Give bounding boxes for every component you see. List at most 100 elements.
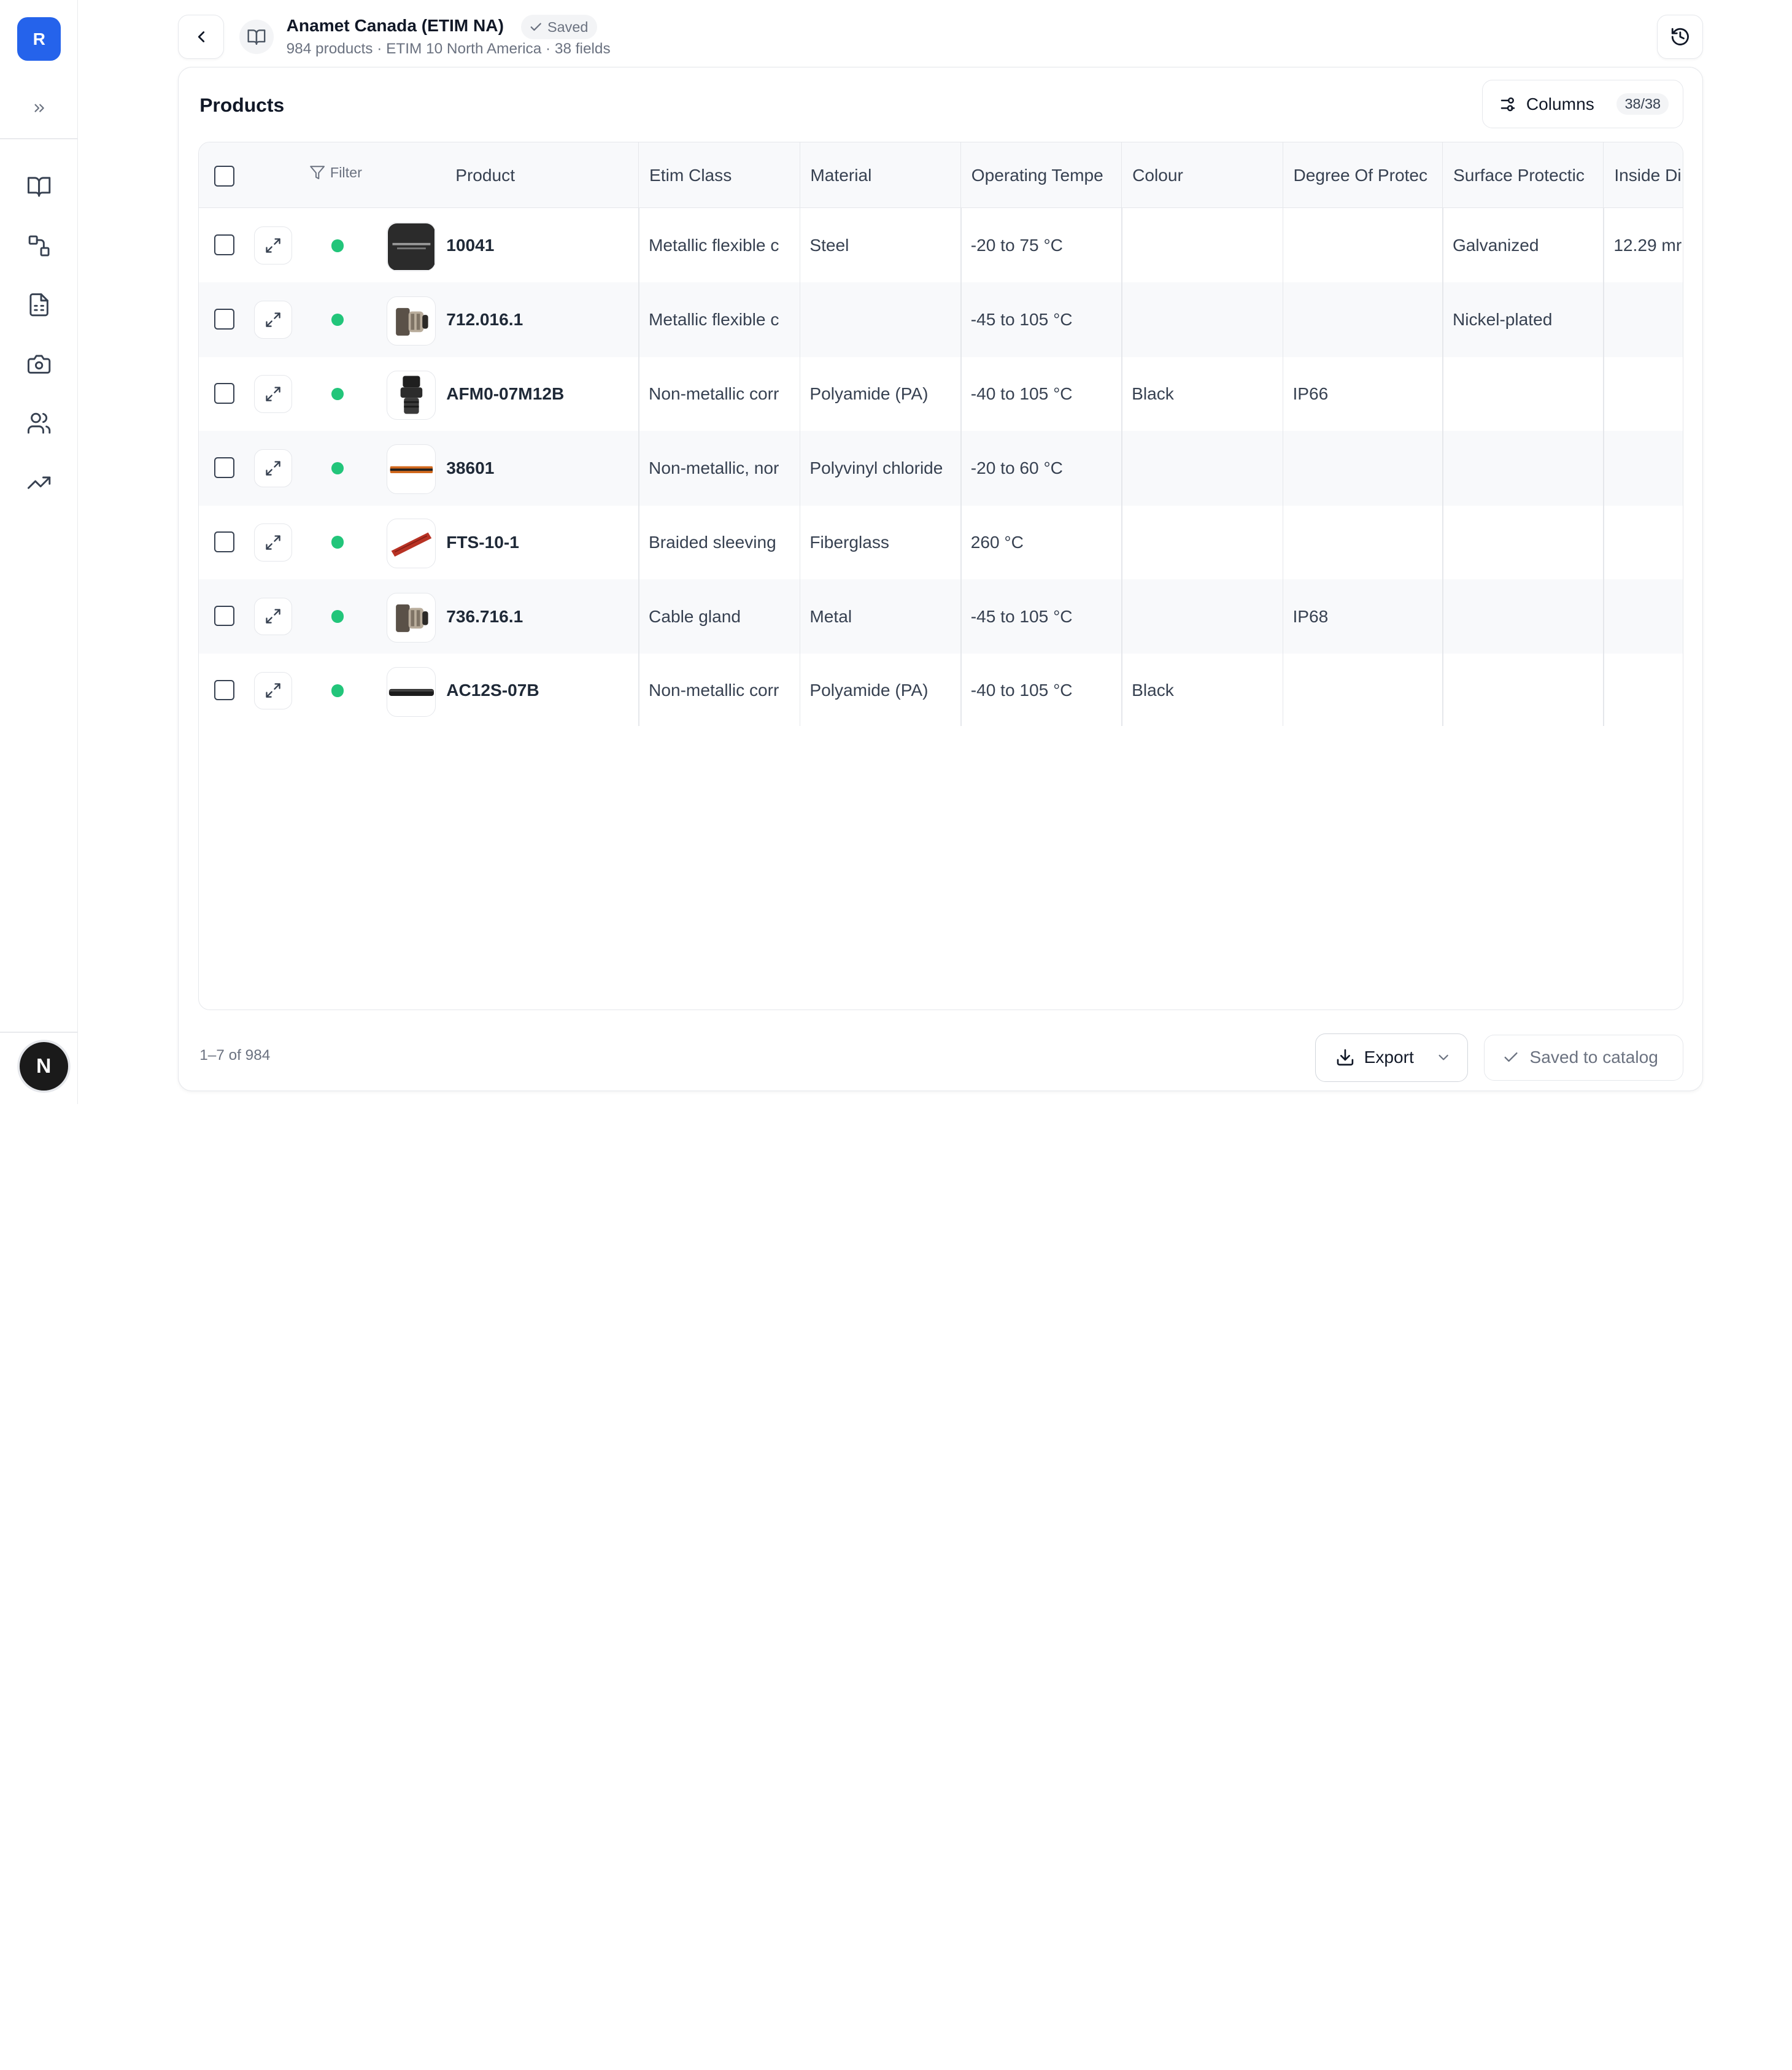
table-row[interactable]: AFM0-07M12B Non-metallic corr Polyamide (P… [199, 357, 1682, 431]
row-select-checkbox[interactable] [214, 383, 235, 404]
maximize-icon [266, 609, 280, 624]
cell-material: Polyamide (PA) [809, 681, 929, 700]
cell-product[interactable]: 736.716.1 [446, 579, 638, 654]
workspace-logo[interactable]: R [17, 17, 61, 61]
cell-colour [1121, 431, 1282, 506]
cell-product[interactable]: AFM0-07M12B [446, 357, 638, 431]
product-thumbnail[interactable] [386, 222, 436, 272]
expand-row-button[interactable] [254, 301, 293, 339]
cell-material: Metal [809, 606, 852, 626]
page-subtitle: 984 products · ETIM 10 North America · 3… [286, 40, 611, 57]
cell-product[interactable]: FTS-10-1 [446, 505, 638, 580]
page-title: Anamet Canada (ETIM NA) [286, 16, 504, 36]
trending-up-icon [28, 477, 51, 490]
table-row[interactable]: 712.016.1 Metallic flexible c -45 to 105 °… [199, 282, 1683, 357]
history-button[interactable] [1657, 15, 1704, 59]
row-select-checkbox[interactable] [214, 309, 235, 330]
cell-colour [1121, 505, 1282, 580]
expand-row-button[interactable] [254, 449, 293, 487]
expand-row-button[interactable] [254, 375, 293, 413]
users-icon [28, 412, 51, 434]
card-title: Products [199, 93, 285, 116]
nav-item-mappings[interactable] [21, 228, 58, 265]
cell-material: Fiberglass [809, 532, 889, 552]
table-row[interactable]: 10041 Metallic flexible c Steel -20 to 75 °… [199, 208, 1682, 283]
cell-operating-temperature: -45 to 105 °C [970, 310, 1073, 330]
download-icon [1337, 1049, 1354, 1066]
cell-surface-protection [1442, 431, 1603, 506]
pagination-count: 1–7 of 984 [199, 1047, 271, 1064]
filter-button[interactable]: Filter [309, 164, 362, 181]
product-thumbnail[interactable] [386, 444, 436, 494]
cell-inside-diameter: 12.29 mr [1613, 236, 1682, 255]
book-icon [28, 177, 51, 197]
column-header-degree-of-protection[interactable]: Degree Of Protec [1282, 142, 1442, 209]
cell-etim-class: Braided sleeving [649, 532, 776, 552]
column-divider [799, 208, 801, 726]
nav-item-catalogs[interactable] [21, 168, 58, 205]
nav-item-analytics[interactable] [21, 465, 58, 501]
status-indicator [331, 684, 344, 697]
back-button[interactable] [178, 15, 225, 59]
maximize-icon [266, 461, 280, 476]
expand-sidebar-button[interactable] [25, 95, 53, 122]
export-label: Export [1364, 1048, 1414, 1067]
row-select-checkbox[interactable] [214, 234, 235, 256]
status-indicator [331, 610, 344, 623]
catalog-icon-button[interactable] [239, 19, 274, 55]
expand-row-button[interactable] [254, 226, 293, 265]
cell-etim-class: Non-metallic corr [649, 681, 779, 700]
cell-inside-diameter [1603, 282, 1682, 357]
column-divider [1121, 208, 1123, 726]
columns-label: Columns [1526, 94, 1594, 114]
user-avatar[interactable]: N [19, 1041, 68, 1091]
saved-to-catalog-button[interactable]: Saved to catalog [1484, 1034, 1683, 1081]
history-icon [1671, 28, 1689, 46]
cell-product[interactable]: 10041 [446, 208, 638, 283]
row-select-checkbox[interactable] [214, 605, 235, 627]
column-header-material[interactable]: Material [799, 142, 960, 209]
table-row[interactable]: 38601 Non-metallic, nor Polyvinyl chloride… [199, 430, 1683, 506]
maximize-icon [266, 387, 280, 401]
select-all-checkbox[interactable] [214, 165, 235, 187]
nav-item-images[interactable] [21, 346, 58, 383]
product-thumbnail[interactable] [386, 593, 436, 643]
row-select-checkbox[interactable] [214, 679, 235, 701]
product-thumbnail[interactable] [386, 370, 436, 420]
cell-colour [1121, 208, 1282, 283]
column-header-product[interactable]: Product [446, 142, 638, 208]
cell-product[interactable]: AC12S-07B [446, 654, 638, 728]
expand-row-button[interactable] [254, 671, 293, 710]
column-header-inside-diameter[interactable]: Inside Di [1603, 142, 1682, 209]
column-header-colour[interactable]: Colour [1121, 142, 1282, 209]
table-row[interactable]: 736.716.1 Cable gland Metal -45 to 105 °C IP… [199, 579, 1683, 654]
table-row[interactable]: AC12S-07B Non-metallic corr Polyamide (PA)… [199, 654, 1682, 728]
cell-surface-protection [1442, 505, 1603, 580]
cell-product[interactable]: 712.016.1 [446, 282, 638, 357]
export-button[interactable]: Export [1315, 1033, 1469, 1082]
cell-degree-of-protection: IP66 [1292, 384, 1329, 403]
cell-operating-temperature: -20 to 75 °C [970, 236, 1063, 255]
nav-item-documents[interactable] [21, 287, 58, 323]
column-header-surface-protection[interactable]: Surface Protectic [1442, 142, 1603, 209]
cell-surface-protection: Nickel-plated [1452, 310, 1553, 330]
chevron-left-icon [198, 31, 205, 42]
cell-colour [1121, 579, 1282, 654]
column-header-etim-class[interactable]: Etim Class [638, 142, 799, 209]
expand-row-button[interactable] [254, 597, 293, 636]
cell-material: Steel [809, 236, 849, 255]
row-select-checkbox[interactable] [214, 457, 235, 478]
filter-label: Filter [330, 164, 362, 181]
product-thumbnail[interactable] [386, 296, 436, 346]
row-select-checkbox[interactable] [214, 531, 235, 552]
columns-button[interactable]: Columns 38/38 [1481, 80, 1683, 128]
product-thumbnail[interactable] [386, 519, 436, 568]
table-row[interactable]: FTS-10-1 Braided sleeving Fiberglass 260 °C [199, 505, 1682, 580]
product-thumbnail[interactable] [386, 667, 436, 717]
nav-item-users[interactable] [21, 405, 58, 442]
cell-inside-diameter [1603, 579, 1682, 654]
column-header-operating-temperature[interactable]: Operating Tempe [960, 142, 1121, 209]
cell-surface-protection [1442, 579, 1603, 654]
expand-row-button[interactable] [254, 523, 293, 562]
cell-product[interactable]: 38601 [446, 431, 638, 506]
